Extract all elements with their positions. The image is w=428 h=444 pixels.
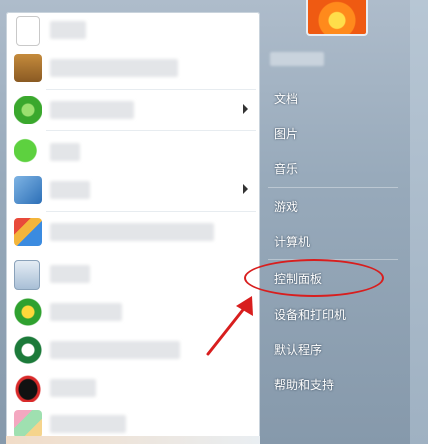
menu-frame-edge xyxy=(410,0,428,444)
notepad-icon xyxy=(14,260,40,290)
paint-app-icon xyxy=(14,218,42,246)
menu-games[interactable]: 游戏 xyxy=(274,198,298,215)
menu-separator xyxy=(268,187,398,188)
submenu-arrow-icon xyxy=(243,104,248,114)
search-area[interactable] xyxy=(6,436,260,444)
menu-computer[interactable]: 计算机 xyxy=(274,233,310,250)
menu-devices-printers[interactable]: 设备和打印机 xyxy=(274,306,346,323)
green-circle-app-icon xyxy=(14,336,42,364)
app-icon xyxy=(14,410,42,438)
program-item[interactable] xyxy=(6,50,260,86)
menu-pictures[interactable]: 图片 xyxy=(274,125,298,142)
program-item[interactable] xyxy=(6,134,260,170)
menu-default-programs[interactable]: 默认程序 xyxy=(274,341,322,358)
program-item[interactable] xyxy=(6,214,260,250)
program-item[interactable] xyxy=(6,256,260,292)
menu-music[interactable]: 音乐 xyxy=(274,160,298,177)
menu-help-support[interactable]: 帮助和支持 xyxy=(274,376,334,393)
document-app-icon xyxy=(14,176,42,204)
menu-documents[interactable]: 文档 xyxy=(274,90,298,107)
program-item[interactable] xyxy=(6,12,260,48)
wechat-icon xyxy=(14,138,42,166)
user-picture[interactable] xyxy=(306,0,368,36)
blank-document-icon xyxy=(16,16,40,46)
ie-browser-icon xyxy=(14,96,42,124)
green-plus-icon xyxy=(14,298,42,326)
start-menu: 文档 图片 音乐 游戏 计算机 控制面板 设备和打印机 默认程序 帮助和支持 xyxy=(0,0,428,444)
user-name[interactable] xyxy=(270,52,324,66)
recycle-icon xyxy=(14,54,42,82)
submenu-arrow-icon xyxy=(243,184,248,194)
program-item[interactable] xyxy=(6,172,260,208)
programs-pane xyxy=(6,12,260,444)
highlight-ellipse xyxy=(244,259,384,297)
program-item[interactable] xyxy=(6,370,260,406)
pointer-arrow-annotation xyxy=(206,296,253,356)
program-item[interactable] xyxy=(6,92,260,128)
qq-penguin-icon xyxy=(14,374,42,402)
